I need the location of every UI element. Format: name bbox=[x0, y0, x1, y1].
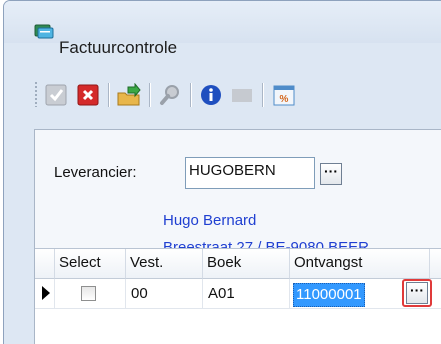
boek-cell[interactable]: A01 bbox=[203, 279, 290, 309]
magnifier-icon bbox=[160, 85, 179, 105]
select-cell bbox=[55, 279, 126, 309]
supplier-code-field[interactable]: HUGOBERN bbox=[185, 157, 315, 189]
column-header-boek[interactable]: Boek bbox=[203, 249, 290, 279]
toolbar: % bbox=[34, 69, 441, 113]
percent-button[interactable]: % bbox=[272, 83, 296, 107]
window-title: Factuurcontrole bbox=[59, 38, 178, 57]
row-header-corner bbox=[35, 249, 55, 279]
window: Factuurcontrole % Leverancier: HUGOBERN … bbox=[3, 0, 441, 344]
check-icon bbox=[45, 84, 67, 106]
vest-cell[interactable]: 00 bbox=[126, 279, 203, 309]
title-bar: Factuurcontrole bbox=[4, 1, 441, 56]
toolbar-separator bbox=[190, 83, 191, 107]
export-folder-icon bbox=[117, 82, 141, 106]
percent-icon: % bbox=[273, 85, 295, 106]
ontvangst-lookup-button[interactable]: ··· bbox=[406, 282, 428, 304]
confirm-button[interactable] bbox=[44, 83, 68, 107]
column-header-vest[interactable]: Vest. bbox=[126, 249, 203, 279]
toolbar-separator bbox=[108, 83, 109, 107]
toolbar-separator bbox=[149, 83, 150, 107]
select-checkbox[interactable] bbox=[81, 286, 96, 301]
export-button[interactable] bbox=[116, 82, 141, 107]
supplier-label: Leverancier: bbox=[54, 164, 137, 181]
row-indicator[interactable] bbox=[35, 279, 55, 309]
info-button[interactable] bbox=[199, 83, 223, 107]
header-panel: Leverancier: HUGOBERN ··· Hugo Bernard B… bbox=[34, 129, 441, 344]
percent-label: % bbox=[280, 94, 289, 105]
close-icon bbox=[77, 84, 99, 106]
cancel-button[interactable] bbox=[76, 83, 100, 107]
info-icon bbox=[201, 85, 221, 105]
supplier-name: Hugo Bernard bbox=[163, 212, 257, 229]
column-header-ontvangst[interactable]: Ontvangst bbox=[290, 249, 430, 279]
blank-icon bbox=[232, 89, 252, 102]
toolbar-grip[interactable] bbox=[34, 81, 38, 107]
search-button[interactable] bbox=[158, 83, 182, 107]
ontvangst-value[interactable]: 11000001 bbox=[293, 283, 365, 307]
column-header-overflow bbox=[430, 249, 441, 279]
ontvangst-cell[interactable]: 11000001 ··· bbox=[290, 279, 441, 309]
toolbar-separator bbox=[262, 83, 263, 107]
supplier-lookup-button[interactable]: ··· bbox=[320, 163, 342, 185]
column-header-select[interactable]: Select bbox=[55, 249, 126, 279]
current-row-arrow-icon bbox=[42, 286, 50, 300]
disabled-button[interactable] bbox=[230, 83, 254, 107]
app-icon bbox=[34, 24, 54, 39]
receipts-grid: Select Vest. Boek Ontvangst 00 A01 11000… bbox=[35, 248, 441, 344]
